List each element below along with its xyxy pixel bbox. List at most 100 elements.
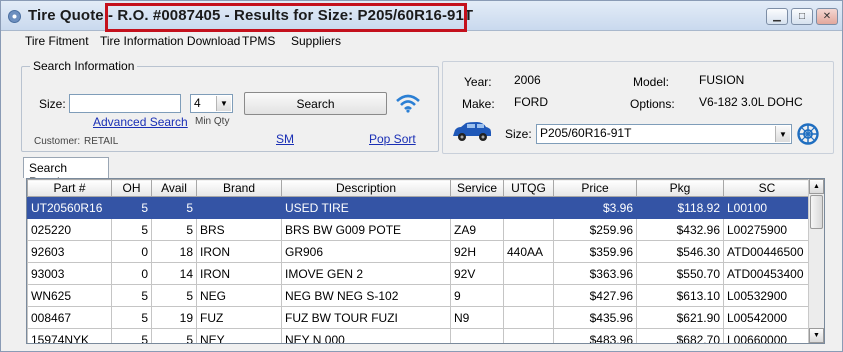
options-label: Options: xyxy=(630,97,675,111)
table-row[interactable]: 025220 5 5 BRS BRS BW G009 POTE ZA9 $259.96 $43… xyxy=(27,218,811,241)
options-value: V6-182 3.0L DOHC xyxy=(699,95,803,109)
app-icon xyxy=(8,10,21,23)
column-header[interactable]: Description xyxy=(281,179,451,197)
title-highlight-box xyxy=(105,3,467,32)
table-cell: 19 xyxy=(151,306,197,329)
column-header[interactable]: SC xyxy=(723,179,811,197)
table-cell: 5 xyxy=(151,218,197,241)
title-bar: Tire Quote - R.O. #0087405 - Results for… xyxy=(1,1,842,32)
maximize-button[interactable]: □ xyxy=(791,8,813,25)
table-cell: 440AA xyxy=(503,240,554,263)
table-cell: ATD00453400 xyxy=(723,262,811,285)
scroll-thumb[interactable] xyxy=(810,195,823,229)
table-cell xyxy=(503,262,554,285)
table-cell: IRON xyxy=(196,240,282,263)
table-cell: 5 xyxy=(111,218,152,241)
minimize-button[interactable]: ▁ xyxy=(766,8,788,25)
results-table: Part # OH Avail Brand Description Service UTQG… xyxy=(27,179,811,343)
search-information-legend: Search Information xyxy=(30,59,138,73)
table-row[interactable]: 92603 0 18 IRON GR906 92H 440AA $359.96 $546.30 A… xyxy=(27,240,811,263)
vertical-scrollbar[interactable]: ▲ ▼ xyxy=(808,179,824,343)
column-header[interactable]: Brand xyxy=(196,179,282,197)
table-cell: 5 xyxy=(151,196,197,219)
menu-tire-information-download[interactable]: Tire Information Download xyxy=(100,34,240,48)
results-body: UT20560R16 5 5 USED TIRE $3.96 $118.92 L00100 0… xyxy=(27,196,811,343)
table-cell: BRS BW G009 POTE xyxy=(281,218,451,241)
car-icon xyxy=(453,122,491,141)
table-row[interactable]: 93003 0 14 IRON IMOVE GEN 2 92V $363.96 $550.70… xyxy=(27,262,811,285)
table-cell: 92603 xyxy=(27,240,112,263)
search-button[interactable]: Search xyxy=(244,92,387,115)
column-header[interactable]: UTQG xyxy=(503,179,554,197)
column-header[interactable]: Part # xyxy=(27,179,112,197)
table-cell: GR906 xyxy=(281,240,451,263)
table-cell: WN625 xyxy=(27,284,112,307)
table-cell: NEY xyxy=(196,328,282,343)
table-cell xyxy=(503,306,554,329)
menu-suppliers[interactable]: Suppliers xyxy=(291,34,341,48)
menu-tire-fitment[interactable]: Tire Fitment xyxy=(25,34,89,48)
tire-quote-window: Tire Quote - R.O. #0087405 - Results for… xyxy=(0,0,843,352)
close-button[interactable]: ✕ xyxy=(816,8,838,25)
table-cell xyxy=(503,284,554,307)
table-row[interactable]: WN625 5 5 NEG NEG BW NEG S-102 9 $427.96 $613.1… xyxy=(27,284,811,307)
table-cell: FUZ BW TOUR FUZI xyxy=(281,306,451,329)
scroll-down-icon[interactable]: ▼ xyxy=(809,328,824,343)
table-cell: 93003 xyxy=(27,262,112,285)
table-cell: $550.70 xyxy=(636,262,724,285)
min-qty-label: Min Qty xyxy=(195,116,230,127)
column-header[interactable]: Avail xyxy=(151,179,197,197)
table-cell: $432.96 xyxy=(636,218,724,241)
column-header[interactable]: Pkg xyxy=(636,179,724,197)
table-cell: 5 xyxy=(111,328,152,343)
table-cell: FUZ xyxy=(196,306,282,329)
pop-sort-link[interactable]: Pop Sort xyxy=(369,132,416,146)
table-cell: USED TIRE xyxy=(281,196,451,219)
table-cell: 025220 xyxy=(27,218,112,241)
scroll-up-icon[interactable]: ▲ xyxy=(809,179,824,194)
table-row[interactable]: 008467 5 19 FUZ FUZ BW TOUR FUZI N9 $435.96 $62… xyxy=(27,306,811,329)
min-qty-value: 4 xyxy=(194,96,201,110)
table-cell: IMOVE GEN 2 xyxy=(281,262,451,285)
model-value: FUSION xyxy=(699,73,745,87)
table-cell: NEY N 000 xyxy=(281,328,451,343)
table-cell xyxy=(450,328,504,343)
menu-tpms[interactable]: TPMS xyxy=(242,34,275,48)
year-label: Year: xyxy=(464,75,492,89)
window-controls: ▁ □ ✕ xyxy=(766,8,838,25)
vehicle-size-select[interactable]: P205/60R16-91T ▼ xyxy=(536,124,792,144)
maximize-icon: □ xyxy=(798,11,806,22)
chevron-down-icon: ▼ xyxy=(216,96,231,111)
table-cell: 5 xyxy=(151,284,197,307)
sm-link[interactable]: SM xyxy=(276,132,294,146)
vehicle-size-value: P205/60R16-91T xyxy=(540,126,632,140)
table-cell: BRS xyxy=(196,218,282,241)
table-cell: L00542000 xyxy=(723,306,811,329)
table-cell: $483.96 xyxy=(553,328,637,343)
table-cell: NEG xyxy=(196,284,282,307)
table-cell: N9 xyxy=(450,306,504,329)
size-input[interactable] xyxy=(69,94,181,113)
column-header[interactable]: OH xyxy=(111,179,152,197)
advanced-search-link[interactable]: Advanced Search xyxy=(93,115,188,129)
tire-wheel-icon[interactable] xyxy=(797,123,819,145)
min-qty-select[interactable]: 4 ▼ xyxy=(190,94,233,113)
table-cell: IRON xyxy=(196,262,282,285)
table-cell xyxy=(503,328,554,343)
table-cell: 5 xyxy=(151,328,197,343)
table-cell xyxy=(503,218,554,241)
wifi-icon[interactable] xyxy=(395,93,421,113)
vehicle-size-label: Size: xyxy=(505,127,532,141)
table-cell: $682.70 xyxy=(636,328,724,343)
column-header[interactable]: Service xyxy=(450,179,504,197)
table-row[interactable]: 15974NYK 5 5 NEY NEY N 000 $483.96 $682.70 L006… xyxy=(27,328,811,343)
table-cell: $118.92 xyxy=(636,196,724,219)
tab-search-results[interactable]: Search Results xyxy=(23,157,109,189)
table-row[interactable]: UT20560R16 5 5 USED TIRE $3.96 $118.92 L00100 xyxy=(27,196,811,219)
menu-bar: Tire Fitment Tire Information Download T… xyxy=(1,31,842,51)
table-cell: $435.96 xyxy=(553,306,637,329)
table-cell: $427.96 xyxy=(553,284,637,307)
column-header[interactable]: Price xyxy=(553,179,637,197)
table-cell: $359.96 xyxy=(553,240,637,263)
table-cell: L00275900 xyxy=(723,218,811,241)
